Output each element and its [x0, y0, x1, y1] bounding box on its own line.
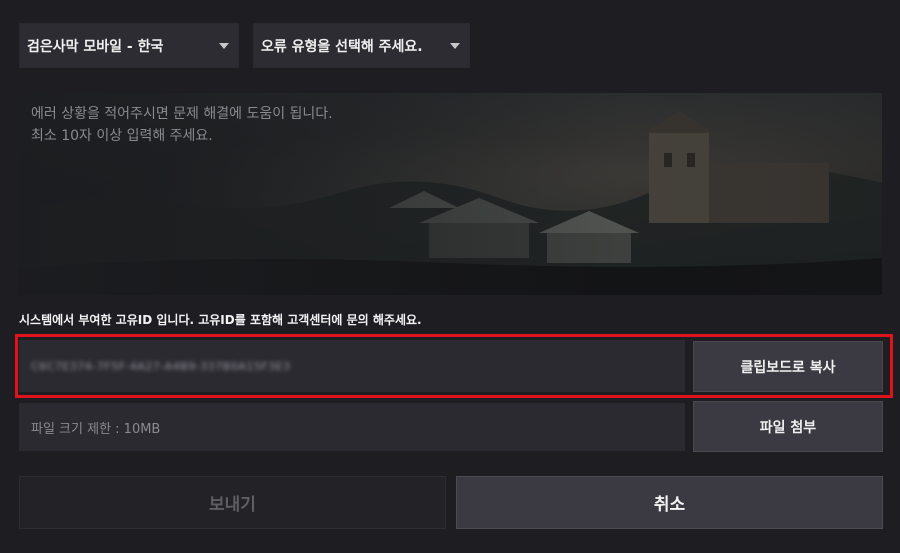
send-button[interactable]: 보내기 — [19, 476, 446, 529]
error-type-dropdown[interactable]: 오류 유형을 선택해 주세요. — [253, 23, 470, 68]
unique-id-notice: 시스템에서 부여한 고유ID 입니다. 고유ID를 포함해 고객센터에 문의 해… — [19, 313, 422, 327]
copy-to-clipboard-button[interactable]: 클립보드로 복사 — [693, 341, 883, 392]
server-dropdown-label: 검은사막 모바일 - 한국 — [27, 38, 164, 55]
caret-down-icon — [450, 42, 460, 49]
message-area — [19, 93, 882, 295]
unique-id-field: C6C7E374-7F5F-4A27-A4B9-337B0A15F3E3 — [19, 340, 685, 392]
unique-id-value: C6C7E374-7F5F-4A27-A4B9-337B0A15F3E3 — [31, 359, 291, 373]
caret-down-icon — [219, 42, 229, 49]
cancel-button[interactable]: 취소 — [456, 476, 883, 529]
server-dropdown[interactable]: 검은사막 모바일 - 한국 — [19, 23, 239, 68]
message-input[interactable] — [19, 93, 882, 295]
attach-file-button[interactable]: 파일 첨부 — [693, 401, 883, 452]
file-limit-text: 파일 크기 제한 : 10MB — [31, 421, 161, 437]
error-type-dropdown-label: 오류 유형을 선택해 주세요. — [261, 38, 423, 55]
file-limit-field: 파일 크기 제한 : 10MB — [19, 403, 685, 451]
